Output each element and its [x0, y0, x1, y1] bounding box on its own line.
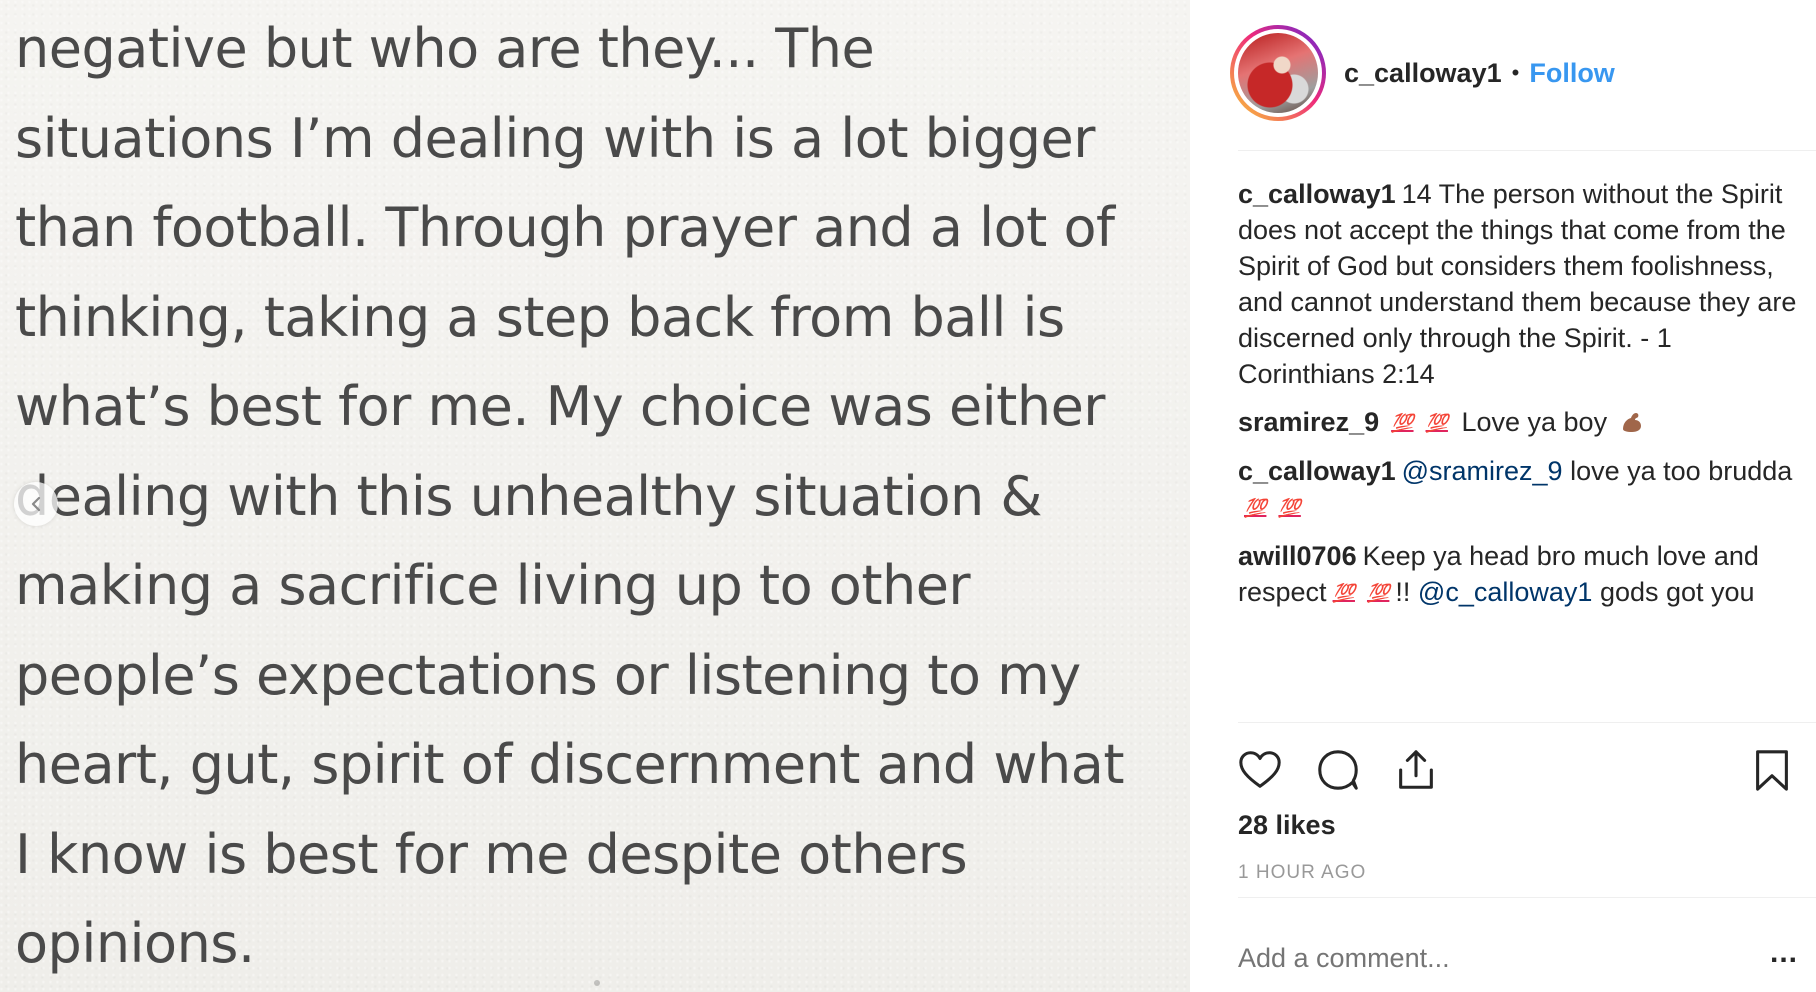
comment-text: love ya too: [1570, 456, 1701, 486]
image-text: negative but who are they... The situati…: [15, 4, 1190, 989]
comment-username[interactable]: awill0706: [1238, 541, 1357, 571]
comment: sramirez_9 💯 💯 Love ya boy: [1238, 404, 1798, 441]
comment-mention-link[interactable]: @c_calloway1: [1418, 577, 1593, 607]
comment-text: gods got you: [1599, 577, 1755, 607]
divider: [1238, 150, 1816, 151]
comment-text: Love ya boy: [1461, 407, 1608, 437]
header-separator: •: [1511, 60, 1520, 85]
add-comment-input[interactable]: [1238, 938, 1746, 978]
avatar-frame: [1234, 29, 1322, 117]
comment-username[interactable]: sramirez_9: [1238, 407, 1379, 437]
heart-icon: [1239, 751, 1281, 788]
comment-text: brudda: [1708, 456, 1793, 486]
flexed-biceps-icon: [1622, 413, 1641, 432]
hundred-points-icon: 💯: [1244, 498, 1267, 518]
image-text-line: opinions.: [15, 912, 255, 975]
image-text-line: situations I’m dealing with is a lot big…: [15, 106, 1095, 170]
hundred-points-icon: 💯: [1391, 413, 1414, 433]
comment-text: 14 The person without the Spirit does no…: [1238, 179, 1797, 389]
comment-icon: [1318, 750, 1358, 790]
image-text-line: negative but who are they... The: [15, 17, 875, 80]
hundred-points-icon: 💯: [1332, 583, 1355, 603]
divider: [1238, 722, 1816, 723]
comments-list: c_calloway1 14 The person without the Spi…: [1238, 176, 1798, 623]
comment-caption: c_calloway1 14 The person without the Spi…: [1238, 176, 1798, 392]
image-text-line: what’s best for me. My choice was either: [15, 375, 1106, 438]
comment-username[interactable]: c_calloway1: [1238, 456, 1396, 486]
comment-button[interactable]: [1312, 744, 1364, 796]
carousel-prev-button[interactable]: [14, 482, 58, 526]
share-button[interactable]: [1390, 744, 1442, 796]
comment-mention-link[interactable]: @sramirez_9: [1402, 456, 1563, 486]
like-button[interactable]: [1234, 744, 1286, 796]
image-text-line: than football. Through prayer and a lot …: [15, 196, 1115, 259]
post-header: c_calloway1 • Follow: [1230, 24, 1816, 122]
comment: c_calloway1 @sramirez_9 love ya too brudd…: [1238, 453, 1798, 526]
save-button[interactable]: [1746, 744, 1798, 796]
post-timestamp[interactable]: 1 HOUR AGO: [1238, 862, 1366, 884]
carousel-indicator-dot: [594, 980, 600, 986]
likes-count[interactable]: 28 likes: [1238, 810, 1336, 841]
avatar-story-ring[interactable]: [1230, 25, 1326, 121]
comment-username[interactable]: c_calloway1: [1238, 179, 1396, 209]
comment-text: !!: [1395, 577, 1411, 607]
header-username[interactable]: c_calloway1: [1344, 58, 1502, 89]
chevron-left-icon: [31, 496, 41, 512]
post-sidebar: c_calloway1 • Follow c_calloway1 14 The p…: [1190, 0, 1816, 992]
post-image: negative but who are they... The situati…: [0, 0, 1190, 992]
image-text-line: thinking, taking a step back from ball i…: [15, 285, 1065, 349]
hundred-points-icon: 💯: [1425, 413, 1448, 433]
more-options-button[interactable]: ...: [1770, 938, 1798, 968]
image-text-line: I know is best for me despite others: [15, 822, 968, 886]
hundred-points-icon: 💯: [1278, 498, 1301, 518]
hundred-points-icon: 💯: [1366, 583, 1390, 603]
avatar: [1238, 33, 1318, 113]
image-text-line: heart, gut, spirit of discernment and wh…: [15, 733, 1125, 796]
image-text-line: people’s expectations or listening to my: [15, 643, 1081, 707]
divider: [1238, 897, 1816, 898]
bookmark-icon: [1756, 750, 1788, 791]
comment: awill0706 Keep ya head bro much love and …: [1238, 538, 1798, 611]
share-icon: [1399, 750, 1433, 789]
image-text-line: making a sacrifice living up to other: [15, 554, 971, 617]
action-bar: [1234, 740, 1798, 800]
image-text-line: dealing with this unhealthy situation &: [15, 464, 1043, 528]
follow-button[interactable]: Follow: [1529, 58, 1614, 89]
